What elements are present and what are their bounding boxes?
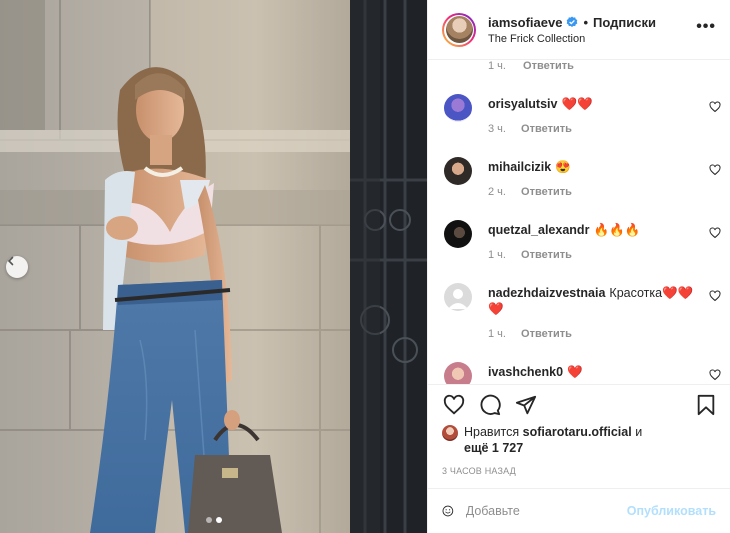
commenter-avatar-placeholder[interactable]: [444, 283, 472, 311]
heart-icon[interactable]: [709, 290, 721, 302]
likes-summary: Нравится sofiarotaru.official и ещё 1 72…: [428, 424, 730, 460]
likes-and: и: [635, 425, 643, 439]
carousel-prev-button[interactable]: [6, 256, 28, 278]
comment-item: nadezhdaizvestnaia Красотка❤️❤️❤️ 1 ч. От…: [428, 283, 730, 363]
liker-avatar[interactable]: [442, 425, 458, 441]
comment-item: quetzal_alexandr 🔥🔥🔥 1 ч. Ответить: [428, 220, 730, 284]
likes-count-link[interactable]: ещё 1 727: [464, 441, 523, 455]
photo-illustration: [0, 0, 427, 533]
comment-input[interactable]: [465, 504, 627, 518]
comment-username[interactable]: quetzal_alexandr: [488, 223, 589, 237]
reply-button[interactable]: Ответить: [523, 60, 574, 72]
comment-time: 1 ч.: [488, 328, 506, 340]
likes-prefix: Нравится: [464, 425, 520, 439]
comment-time: 1 ч.: [488, 249, 506, 261]
carousel-dot-active: [215, 517, 222, 523]
heart-icon[interactable]: [709, 164, 721, 176]
comment-username[interactable]: nadezhdaizvestnaia: [488, 286, 605, 300]
post-timestamp[interactable]: 3 ЧАСОВ НАЗАД: [428, 460, 730, 482]
comment-username[interactable]: orisyalutsiv: [488, 97, 557, 111]
post-modal: iamsofiaeve • Подписки The Frick Collect…: [0, 0, 730, 533]
header-separator: •: [583, 14, 588, 30]
commenter-avatar[interactable]: [444, 220, 472, 248]
commenter-avatar[interactable]: [444, 362, 472, 384]
post-actions-bar: [428, 384, 730, 424]
heart-icon[interactable]: [709, 227, 721, 239]
like-heart-icon[interactable]: [442, 393, 466, 417]
more-options-icon[interactable]: •••: [696, 18, 718, 42]
comment-item: mihailcizik 😍 2 ч. Ответить: [428, 157, 730, 221]
comment-text: ❤️: [567, 365, 583, 379]
carousel-dot: [205, 517, 212, 523]
carousel-dots: [205, 517, 222, 523]
liker-username[interactable]: sofiarotaru.official: [523, 425, 632, 439]
post-side-panel: iamsofiaeve • Подписки The Frick Collect…: [427, 0, 730, 533]
comment-username[interactable]: mihailcizik: [488, 160, 551, 174]
bookmark-icon[interactable]: [694, 393, 718, 417]
chevron-left-icon: [7, 256, 14, 266]
emoji-smile-icon[interactable]: [442, 499, 454, 523]
reply-button[interactable]: Ответить: [521, 328, 572, 340]
following-button[interactable]: Подписки: [593, 15, 656, 30]
author-username[interactable]: iamsofiaeve: [488, 15, 562, 30]
comment-item: ivashchenk0 ❤️: [428, 362, 730, 384]
comment-time: 1 ч.: [488, 60, 506, 72]
commenter-avatar[interactable]: [444, 94, 472, 122]
comment-time: 3 ч.: [488, 123, 506, 135]
commenter-avatar[interactable]: [444, 157, 472, 185]
comment-text: ❤️❤️: [561, 97, 593, 111]
heart-icon[interactable]: [709, 369, 721, 381]
share-paper-plane-icon[interactable]: [514, 393, 538, 417]
publish-button[interactable]: Опубликовать: [627, 504, 716, 518]
comment-text: 😍: [555, 160, 571, 174]
post-header: iamsofiaeve • Подписки The Frick Collect…: [428, 0, 730, 60]
comment-bubble-icon[interactable]: [478, 393, 502, 417]
previous-comment-meta: 1 ч. Ответить: [488, 60, 588, 72]
comments-list[interactable]: 1 ч. Ответить orisyalutsiv ❤️❤️ 3 ч. Отве…: [428, 60, 730, 384]
reply-button[interactable]: Ответить: [521, 123, 572, 135]
comment-composer: Опубликовать: [428, 488, 730, 533]
heart-icon[interactable]: [709, 101, 721, 113]
reply-button[interactable]: Ответить: [521, 186, 572, 198]
comment-text: 🔥🔥🔥: [593, 223, 641, 237]
post-photo[interactable]: [0, 0, 427, 533]
reply-button[interactable]: Ответить: [521, 249, 572, 261]
location-link[interactable]: The Frick Collection: [488, 33, 696, 45]
verified-badge-icon: [566, 16, 578, 28]
comment-username[interactable]: ivashchenk0: [488, 365, 563, 379]
comment-item: orisyalutsiv ❤️❤️ 3 ч. Ответить: [428, 94, 730, 158]
comment-time: 2 ч.: [488, 186, 506, 198]
author-avatar[interactable]: [442, 12, 476, 47]
